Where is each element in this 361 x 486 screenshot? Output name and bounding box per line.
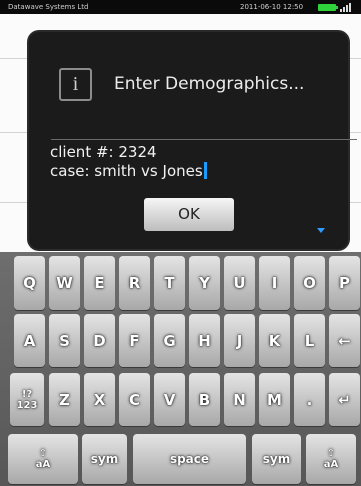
key-k[interactable]: K (259, 314, 290, 367)
enter-key[interactable]: ↵ (329, 373, 360, 426)
key-p[interactable]: P (329, 256, 360, 310)
key-r[interactable]: R (119, 256, 150, 310)
key-i[interactable]: I (259, 256, 290, 310)
sym-key[interactable]: sym (82, 434, 127, 484)
case-input-line[interactable]: case: smith vs Jones (50, 162, 207, 180)
status-bar: Datawave Systems Ltd 2011-06-10 12:50 (0, 0, 361, 14)
key-e[interactable]: E (84, 256, 115, 310)
shift-key[interactable]: ⇧ aA (306, 434, 356, 484)
key-o[interactable]: O (294, 256, 325, 310)
info-icon: i (59, 68, 92, 101)
battery-icon (318, 4, 338, 11)
dialog-divider (51, 139, 357, 140)
shift-key[interactable]: ⇧ aA (8, 434, 78, 484)
key-z[interactable]: Z (49, 373, 80, 426)
key-h[interactable]: H (189, 314, 220, 367)
key-b[interactable]: B (189, 373, 220, 426)
dialog-title: Enter Demographics... (114, 74, 305, 94)
key-v[interactable]: V (154, 373, 185, 426)
key-t[interactable]: T (154, 256, 185, 310)
key-j[interactable]: J (224, 314, 255, 367)
signal-icon (340, 3, 352, 12)
key-l[interactable]: L (294, 314, 325, 367)
key-u[interactable]: U (224, 256, 255, 310)
key-f[interactable]: F (119, 314, 150, 367)
carrier-label: Datawave Systems Ltd (8, 3, 89, 11)
client-number-line[interactable]: client #: 2324 (50, 143, 157, 161)
space-key[interactable]: space (133, 434, 246, 484)
key-s[interactable]: S (49, 314, 80, 367)
key-g[interactable]: G (154, 314, 185, 367)
key-d[interactable]: D (84, 314, 115, 367)
key-n[interactable]: N (224, 373, 255, 426)
ok-button[interactable]: OK (144, 198, 234, 231)
key-m[interactable]: M (259, 373, 290, 426)
key-x[interactable]: X (84, 373, 115, 426)
text-cursor (203, 162, 207, 179)
key-c[interactable]: C (119, 373, 150, 426)
backspace-key[interactable]: ← (329, 314, 360, 367)
key-w[interactable]: W (49, 256, 80, 310)
onscreen-keyboard: Q W E R T Y U I O P A S D F G H J K L ←!? 123 Z X C V B N M. ↵ ⇧ aA sym… (0, 252, 361, 486)
period-key[interactable]: . (294, 373, 325, 426)
status-datetime: 2011-06-10 12:50 (240, 3, 304, 11)
case-text: case: smith vs Jones (50, 162, 203, 180)
key-y[interactable]: Y (189, 256, 220, 310)
key-a[interactable]: A (14, 314, 45, 367)
background-screen: i Enter Demographics... client #: 2324 c… (0, 14, 361, 252)
numbers-key[interactable]: !? 123 (10, 373, 44, 426)
sym-key[interactable]: sym (252, 434, 301, 484)
scroll-down-indicator-icon (317, 228, 325, 233)
key-q[interactable]: Q (14, 256, 45, 310)
demographics-dialog: i Enter Demographics... client #: 2324 c… (29, 32, 357, 249)
